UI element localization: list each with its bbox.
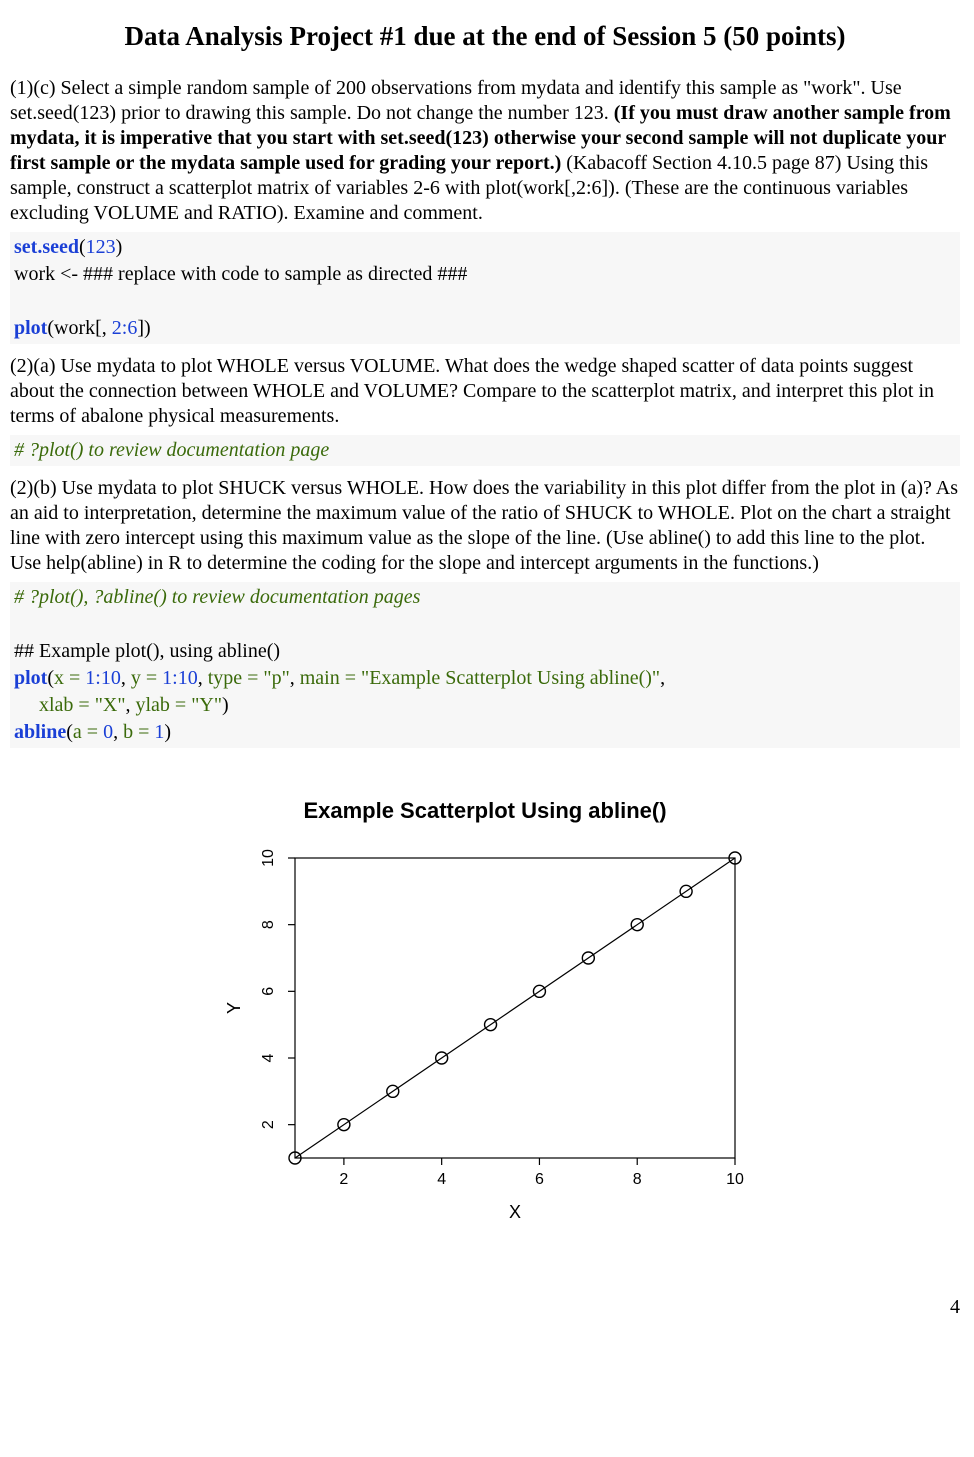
code-block-1: set.seed(123) work <- ### replace with c… — [10, 232, 960, 344]
svg-text:2: 2 — [260, 1120, 277, 1129]
code-text: (work[, — [47, 317, 111, 339]
code-fn: abline — [14, 721, 66, 743]
paragraph-2a: (2)(a) Use mydata to plot WHOLE versus V… — [10, 354, 960, 429]
code-number: 1 — [154, 721, 164, 743]
code-text: ) — [116, 236, 123, 258]
code-string: "p" — [263, 667, 289, 689]
page-number: 4 — [10, 1295, 960, 1320]
code-arg: a = — [73, 721, 103, 743]
code-text: , — [121, 667, 131, 689]
svg-text:8: 8 — [633, 1171, 642, 1188]
code-string: "Example Scatterplot Using abline()" — [361, 667, 660, 689]
code-text: ) — [222, 694, 229, 716]
code-arg: xlab = — [39, 694, 95, 716]
page-title: Data Analysis Project #1 due at the end … — [10, 20, 960, 54]
code-arg: y = — [131, 667, 162, 689]
code-text: work <- ### replace with code to sample … — [14, 263, 467, 285]
code-text: , — [113, 721, 123, 743]
code-block-2: # ?plot() to review documentation page — [10, 435, 960, 466]
svg-text:8: 8 — [260, 920, 277, 929]
code-text: ## Example plot(), using abline() — [14, 640, 280, 662]
code-comment: # ?plot(), ?abline() to review documenta… — [14, 586, 420, 608]
code-number: 2 — [112, 317, 122, 339]
code-fn: set.seed — [14, 236, 79, 258]
svg-text:Y: Y — [224, 1002, 244, 1014]
code-block-3: # ?plot(), ?abline() to review documenta… — [10, 582, 960, 748]
svg-text:6: 6 — [535, 1171, 544, 1188]
code-fn: plot — [14, 667, 47, 689]
paragraph-1c: (1)(c) Select a simple random sample of … — [10, 76, 960, 226]
code-number: 10 — [178, 667, 198, 689]
code-string: "X" — [95, 694, 126, 716]
svg-text:2: 2 — [339, 1171, 348, 1188]
svg-text:4: 4 — [260, 1053, 277, 1062]
code-arg: main = — [300, 667, 361, 689]
code-text: , — [126, 694, 136, 716]
code-arg: type = — [208, 667, 264, 689]
scatterplot-chart: Example Scatterplot Using abline() 2 4 6 8 10… — [195, 788, 775, 1258]
code-text: ) — [164, 721, 171, 743]
paragraph-2b: (2)(b) Use mydata to plot SHUCK versus W… — [10, 476, 960, 576]
code-number: 6 — [127, 317, 137, 339]
svg-text:6: 6 — [260, 987, 277, 996]
code-indent — [14, 694, 39, 716]
code-arg: x = — [54, 667, 85, 689]
code-text: , — [198, 667, 208, 689]
code-number: 10 — [101, 667, 121, 689]
code-comment: # ?plot() to review documentation page — [14, 439, 329, 461]
code-text: ( — [79, 236, 86, 258]
svg-text:Example Scatterplot Using abli: Example Scatterplot Using abline() — [303, 798, 666, 823]
svg-text:X: X — [509, 1202, 521, 1222]
code-number: 0 — [103, 721, 113, 743]
code-text: ]) — [137, 317, 150, 339]
code-arg: b = — [123, 721, 154, 743]
code-fn: plot — [14, 317, 47, 339]
svg-text:10: 10 — [726, 1171, 744, 1188]
code-text: , — [290, 667, 300, 689]
svg-text:10: 10 — [260, 849, 277, 867]
code-number: 1 — [85, 667, 95, 689]
code-number: 1 — [162, 667, 172, 689]
chart-container: Example Scatterplot Using abline() 2 4 6 8 10… — [10, 788, 960, 1265]
code-string: "Y" — [191, 694, 222, 716]
code-number: 123 — [86, 236, 116, 258]
code-arg: ylab = — [136, 694, 192, 716]
svg-text:4: 4 — [437, 1171, 446, 1188]
